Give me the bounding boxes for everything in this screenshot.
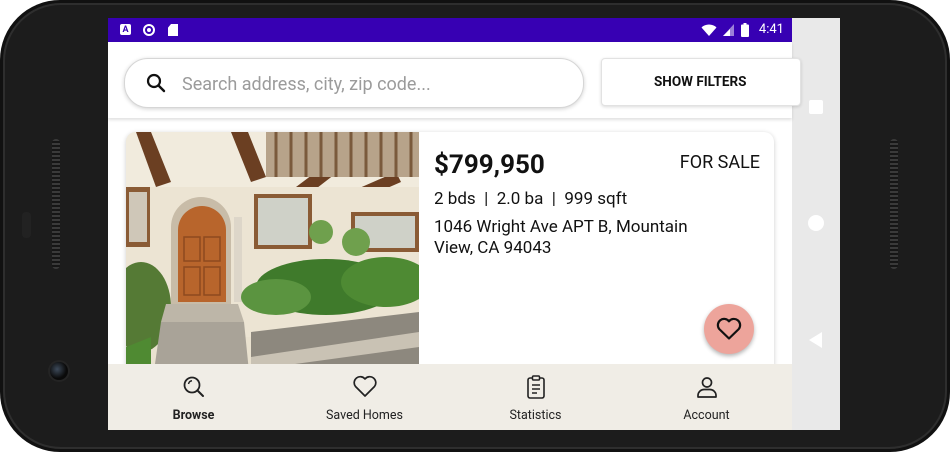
nav-account-label: Account <box>683 408 730 423</box>
show-filters-label: SHOW FILTERS <box>654 74 747 90</box>
listing-status: FOR SALE <box>679 152 760 173</box>
nav-saved-homes[interactable]: Saved Homes <box>279 364 450 430</box>
specs-separator: | <box>551 189 556 209</box>
app-content: SHOW FILTERS <box>108 42 801 430</box>
status-clock: 4:41 <box>758 22 784 37</box>
cell-signal-icon <box>722 23 734 36</box>
nav-saved-homes-label: Saved Homes <box>326 408 403 423</box>
specs-separator: | <box>484 189 489 209</box>
listing-specs: 2 bds | 2.0 ba | 999 sqft <box>434 189 627 209</box>
search-header: SHOW FILTERS <box>108 42 801 118</box>
back-button[interactable] <box>809 332 822 348</box>
status-bar-right: 4:41 <box>701 22 784 37</box>
search-icon <box>146 73 166 93</box>
front-camera <box>50 362 68 380</box>
heart-outline-icon <box>716 317 742 340</box>
a-notification-icon: A <box>120 24 131 35</box>
clipboard-icon <box>526 375 545 399</box>
proximity-sensor <box>22 212 31 238</box>
device-screen: A 4:41 Search address, city, zip code...… <box>108 18 840 430</box>
nav-browse[interactable]: Browse <box>108 364 279 430</box>
listing-baths: 2.0 ba <box>496 189 544 209</box>
battery-icon <box>740 22 749 37</box>
speaker-grille-right <box>890 139 898 269</box>
nav-account[interactable]: Account <box>621 364 792 430</box>
person-icon <box>696 377 717 398</box>
status-bar: A 4:41 <box>108 18 792 42</box>
heart-outline-icon <box>352 375 377 397</box>
nav-statistics[interactable]: Statistics <box>450 364 621 430</box>
listing-price: $799,950 <box>434 150 545 180</box>
search-icon <box>183 376 204 397</box>
recents-button[interactable] <box>809 100 823 114</box>
favorite-button[interactable] <box>704 304 754 354</box>
speaker-grille-left <box>52 139 60 269</box>
search-bar[interactable] <box>124 58 584 108</box>
wifi-icon <box>701 24 717 36</box>
listing-card[interactable]: $799,950 FOR SALE 2 bds | 2.0 ba | 999 s… <box>126 132 774 392</box>
nav-browse-label: Browse <box>172 408 215 423</box>
sd-card-icon <box>168 24 178 36</box>
listing-sqft: 999 sqft <box>564 189 628 209</box>
search-input[interactable] <box>180 71 564 97</box>
phone-frame: A 4:41 Search address, city, zip code...… <box>0 0 950 452</box>
bottom-nav: Browse Saved Homes Statistics Account <box>108 364 792 430</box>
listing-beds: 2 bds <box>434 189 476 209</box>
home-button[interactable] <box>808 215 824 231</box>
show-filters-button[interactable]: SHOW FILTERS <box>601 58 801 106</box>
listing-address: 1046 Wright Ave APT B, Mountain View, CA… <box>434 217 688 258</box>
circle-notification-icon <box>143 24 155 36</box>
nav-statistics-label: Statistics <box>509 408 562 423</box>
listing-photo[interactable] <box>126 132 419 392</box>
